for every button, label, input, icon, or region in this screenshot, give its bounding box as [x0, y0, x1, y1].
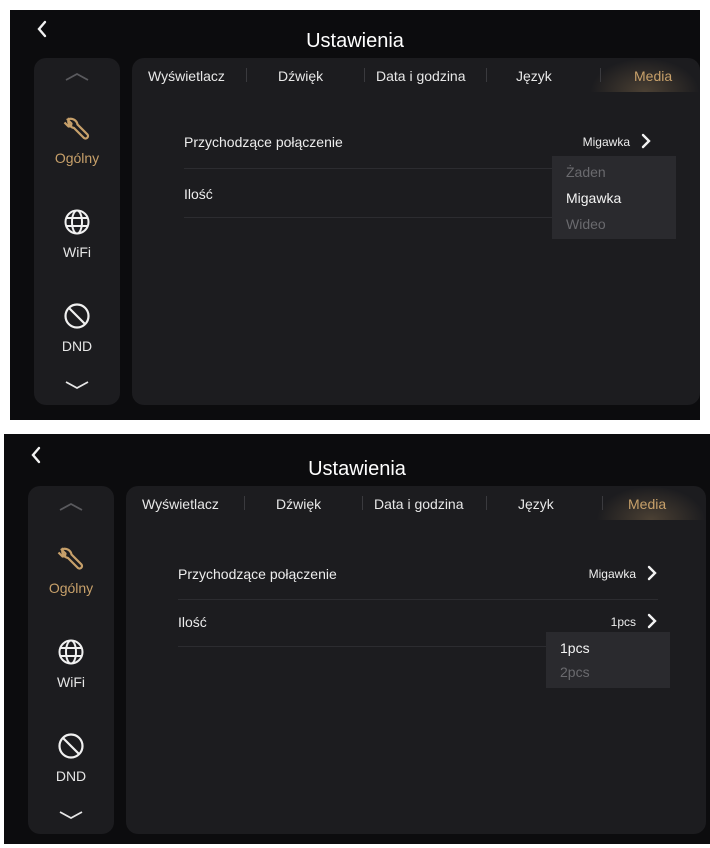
tab-separator	[244, 496, 245, 510]
dropdown-option[interactable]: Wideo	[566, 216, 606, 232]
sidebar-item-label: Ogólny	[54, 150, 100, 166]
sidebar-scroll-up[interactable]	[34, 72, 120, 82]
wrench-icon	[57, 547, 84, 570]
chevron-right-icon	[647, 613, 657, 629]
page-title: Ustawienia	[306, 30, 404, 52]
tab-display[interactable]: Wyświetlacz	[148, 68, 225, 84]
tab-separator	[362, 496, 363, 510]
tab-bar: Wyświetlacz Dźwięk Data i godzina Język …	[126, 486, 706, 522]
tab-separator	[246, 68, 247, 82]
tab-separator	[364, 68, 365, 82]
do-not-disturb-icon	[64, 303, 90, 329]
do-not-disturb-icon	[58, 733, 84, 759]
chevron-right-icon	[647, 565, 657, 581]
sidebar-item-general[interactable]: Ogólny	[28, 544, 114, 596]
row-divider	[178, 599, 658, 600]
incoming-call-dropdown: Żaden Migawka Wideo	[552, 156, 676, 239]
wrench-icon	[63, 117, 90, 140]
incoming-call-row[interactable]: Przychodzące połączenie Migawka	[178, 565, 658, 588]
tab-date-time[interactable]: Data i godzina	[376, 68, 466, 84]
dropdown-option[interactable]: 2pcs	[560, 664, 590, 680]
tab-sound[interactable]: Dźwięk	[276, 496, 321, 512]
sidebar-item-label: DND	[61, 338, 93, 354]
settings-screen-top: Ustawienia Ogólny WiFi DND Wyświetlacz D…	[10, 10, 700, 420]
incoming-call-row[interactable]: Przychodzące połączenie Migawka	[184, 133, 652, 156]
dropdown-option-selected[interactable]: 1pcs	[560, 640, 590, 656]
sidebar: Ogólny WiFi DND	[34, 58, 120, 405]
tab-separator	[602, 496, 603, 510]
sidebar-item-dnd[interactable]: DND	[34, 302, 120, 354]
tab-media[interactable]: Media	[634, 68, 672, 84]
incoming-call-value: Migawka	[582, 135, 630, 149]
quantity-label: Ilość	[178, 614, 207, 630]
sidebar-item-label: WiFi	[63, 244, 91, 260]
sidebar-item-dnd[interactable]: DND	[28, 732, 114, 784]
chevron-up-icon	[59, 502, 83, 511]
incoming-call-value: Migawka	[588, 567, 636, 581]
tab-media[interactable]: Media	[628, 496, 666, 512]
sidebar: Ogólny WiFi DND	[28, 486, 114, 834]
chevron-down-icon	[65, 381, 89, 390]
chevron-down-icon	[59, 811, 83, 820]
incoming-call-label: Przychodzące połączenie	[184, 134, 343, 150]
sidebar-item-wifi[interactable]: WiFi	[34, 208, 120, 260]
tab-bar: Wyświetlacz Dźwięk Data i godzina Język …	[132, 58, 700, 94]
incoming-call-label: Przychodzące połączenie	[178, 566, 337, 582]
tab-separator	[486, 496, 487, 510]
tab-display[interactable]: Wyświetlacz	[142, 496, 219, 512]
tab-separator	[486, 68, 487, 82]
tab-language[interactable]: Język	[518, 496, 554, 512]
chevron-right-icon	[641, 133, 651, 149]
sidebar-scroll-down[interactable]	[34, 380, 120, 390]
page-title: Ustawienia	[308, 458, 406, 480]
sidebar-item-label: DND	[55, 768, 87, 784]
quantity-label: Ilość	[184, 186, 213, 202]
dropdown-option[interactable]: Żaden	[566, 164, 606, 180]
tab-sound[interactable]: Dźwięk	[278, 68, 323, 84]
sidebar-scroll-down[interactable]	[28, 810, 114, 820]
sidebar-item-label: WiFi	[57, 674, 85, 690]
globe-icon	[58, 639, 84, 665]
quantity-dropdown: 1pcs 2pcs	[546, 632, 670, 688]
settings-panel: Wyświetlacz Dźwięk Data i godzina Język …	[132, 58, 700, 405]
sidebar-item-general[interactable]: Ogólny	[34, 114, 120, 166]
sidebar-scroll-up[interactable]	[28, 502, 114, 512]
settings-panel: Wyświetlacz Dźwięk Data i godzina Język …	[126, 486, 706, 834]
tab-language[interactable]: Język	[516, 68, 552, 84]
chevron-up-icon	[65, 72, 89, 81]
quantity-value: 1pcs	[610, 615, 636, 629]
sidebar-item-label: Ogólny	[48, 580, 94, 596]
globe-icon	[64, 209, 90, 235]
settings-screen-bottom: Ustawienia Ogólny WiFi DND Wyświetlacz D…	[4, 434, 710, 844]
tab-separator	[600, 68, 601, 82]
tab-date-time[interactable]: Data i godzina	[374, 496, 464, 512]
sidebar-item-wifi[interactable]: WiFi	[28, 638, 114, 690]
dropdown-option-selected[interactable]: Migawka	[566, 190, 621, 206]
